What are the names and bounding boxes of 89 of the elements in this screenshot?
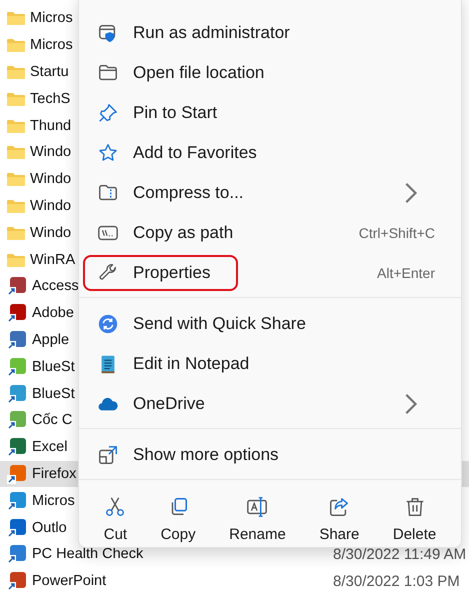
file-date: 8/30/2022 1:03 PM bbox=[333, 572, 460, 590]
menu-item-label: Pin to Start bbox=[133, 103, 218, 123]
menu-item-label: Add to Favorites bbox=[133, 143, 257, 163]
folder-icon bbox=[7, 226, 25, 240]
menu-item-label: Show more options bbox=[133, 445, 279, 465]
rename-icon bbox=[246, 496, 268, 518]
file-name: Windo bbox=[30, 198, 72, 214]
file-name: Adobe bbox=[32, 305, 74, 322]
action-button[interactable]: Copy bbox=[154, 492, 202, 547]
menu-item-label: Compress to... bbox=[133, 183, 244, 203]
file-name: Windo bbox=[30, 171, 72, 188]
file-row[interactable]: Windo bbox=[0, 138, 78, 166]
menu-item[interactable]: Open file location bbox=[79, 53, 461, 93]
folder-icon bbox=[7, 118, 25, 133]
menu-item[interactable]: Run as administrator bbox=[79, 13, 461, 53]
file-name: Micros bbox=[30, 10, 73, 26]
menu-item[interactable]: Pin to Start bbox=[79, 93, 461, 133]
menu-item-label: Run as administrator bbox=[133, 23, 290, 43]
menu-item[interactable]: Send with Quick Share bbox=[79, 304, 461, 344]
action-button[interactable]: Delete bbox=[386, 492, 442, 547]
file-row[interactable]: TechS bbox=[0, 85, 78, 112]
shortcut-hint: Alt+Enter bbox=[377, 265, 435, 281]
menu-item-label: Send with Quick Share bbox=[133, 314, 306, 334]
menu-item-label: Open file location bbox=[133, 63, 264, 83]
file-name: Apple bbox=[32, 332, 70, 348]
file-row[interactable]: WinRA bbox=[0, 246, 78, 273]
file-row[interactable]: Excel bbox=[0, 434, 78, 461]
file-date: 8/30/2022 11:49 AM bbox=[333, 546, 466, 563]
share-icon bbox=[328, 496, 350, 518]
file-row[interactable]: Startu bbox=[0, 58, 78, 86]
file-name: Windo bbox=[30, 224, 72, 241]
file-name: WinRA bbox=[30, 252, 76, 268]
file-name: TechS bbox=[30, 90, 70, 107]
menu-item[interactable]: Add to Favorites bbox=[79, 133, 461, 173]
file-row[interactable]: Access bbox=[0, 272, 78, 300]
file-name: PowerPoint bbox=[32, 573, 106, 590]
file-row[interactable]: Micros bbox=[0, 5, 78, 32]
file-row[interactable]: Windo bbox=[0, 192, 78, 220]
pin-icon bbox=[97, 102, 119, 124]
menu-item-label: Properties bbox=[85, 257, 236, 289]
file-name: Micros bbox=[30, 37, 73, 54]
menu-item-label: Copy as path bbox=[133, 223, 234, 243]
file-row[interactable]: Cốc C bbox=[0, 406, 78, 434]
folder-icon bbox=[7, 92, 25, 106]
menu-item-label: Edit in Notepad bbox=[133, 354, 250, 374]
menu-item[interactable]: Edit in Notepad bbox=[79, 344, 461, 384]
folder-icon bbox=[7, 252, 25, 267]
file-row[interactable]: BlueSt bbox=[0, 380, 78, 407]
file-name: Access bbox=[32, 278, 79, 294]
file-name: Startu bbox=[30, 64, 69, 80]
folder-icon bbox=[7, 11, 25, 26]
folder-icon bbox=[7, 64, 25, 79]
action-button[interactable]: Rename bbox=[223, 492, 292, 547]
file-name: PC Health Check bbox=[32, 546, 144, 562]
file-name: Excel bbox=[32, 439, 68, 456]
file-row[interactable]: Thund bbox=[0, 112, 78, 139]
file-row[interactable]: Micros bbox=[0, 487, 78, 514]
folder-icon bbox=[7, 145, 25, 160]
file-row[interactable]: Outlo bbox=[0, 514, 78, 541]
shortcut-hint: Ctrl+Shift+C bbox=[358, 225, 435, 241]
file-name: Micros bbox=[32, 492, 75, 509]
menu-item[interactable]: Properties Alt+Enter bbox=[79, 253, 461, 293]
scissors-icon bbox=[104, 496, 126, 518]
file-row[interactable]: PowerPoint 8/30/2022 1:03 PM bbox=[0, 568, 469, 592]
menu-item[interactable]: Compress to... bbox=[79, 173, 461, 213]
file-name: Outlo bbox=[32, 520, 67, 536]
folder-icon bbox=[7, 172, 25, 186]
file-name: Thund bbox=[30, 118, 72, 134]
file-row[interactable]: Windo bbox=[0, 219, 78, 246]
share-circle-icon bbox=[97, 313, 119, 335]
menu-item[interactable]: Show more options bbox=[79, 435, 461, 475]
file-name: BlueSt bbox=[32, 358, 75, 375]
file-name: BlueSt bbox=[32, 386, 75, 402]
folder-icon bbox=[7, 38, 25, 52]
folder-icon bbox=[7, 198, 25, 213]
action-button[interactable]: Cut bbox=[98, 492, 134, 547]
expand-icon bbox=[97, 444, 119, 466]
file-name: Windo bbox=[30, 144, 72, 160]
file-row[interactable]: Adobe bbox=[0, 300, 78, 327]
menu-item[interactable]: OneDrive bbox=[79, 384, 461, 424]
file-row[interactable]: Windo bbox=[0, 166, 78, 193]
file-row[interactable]: BlueSt bbox=[0, 353, 78, 380]
menu-item-label: OneDrive bbox=[133, 394, 205, 414]
file-name: Cốc C bbox=[32, 412, 72, 428]
file-row[interactable]: Micros bbox=[0, 32, 78, 59]
action-button[interactable]: Share bbox=[313, 492, 366, 547]
file-name: Firefox bbox=[32, 466, 76, 482]
file-row[interactable]: Apple bbox=[0, 326, 78, 354]
menu-item[interactable]: Copy as path Ctrl+Shift+C bbox=[79, 213, 461, 253]
